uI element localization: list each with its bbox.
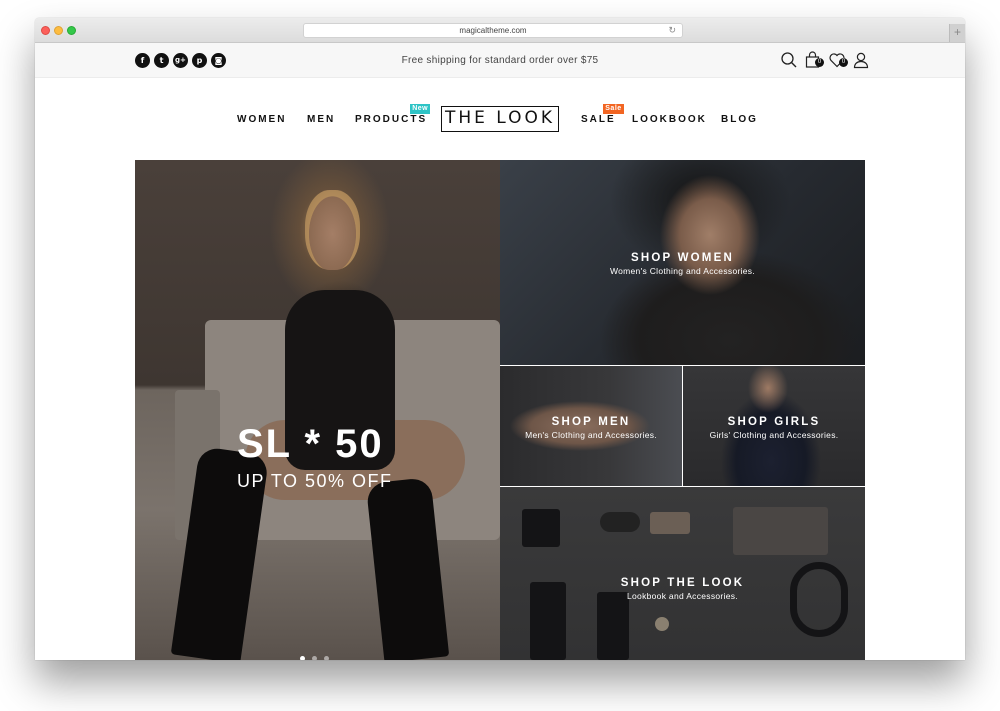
notebook-shape (733, 507, 828, 555)
phone-shape (597, 592, 629, 660)
sale-badge: Sale (603, 104, 624, 114)
instagram-icon[interactable]: ◙ (211, 53, 226, 68)
shop-women-panel[interactable]: SHOP WOMEN Women's Clothing and Accessor… (500, 160, 865, 365)
promo-subtitle: UP TO 50% OFF (237, 471, 393, 491)
cart-button[interactable]: 0 (804, 51, 824, 69)
shop-girls-label: SHOP GIRLS Girls' Clothing and Accessori… (683, 416, 865, 440)
wishlist-button[interactable]: 0 (828, 51, 848, 69)
model-head-shape (305, 190, 360, 270)
nav-item-products[interactable]: PRODUCTS New (355, 104, 431, 125)
slider-dots (300, 656, 329, 660)
social-links: f t g+ p ◙ (135, 53, 226, 68)
nav-item-blog[interactable]: BLOG (721, 114, 758, 125)
nav-item-lookbook[interactable]: LOOKBOOK (632, 114, 707, 125)
shop-men-title: SHOP MEN (551, 416, 631, 428)
shop-girls-title: SHOP GIRLS (727, 416, 821, 428)
site-logo[interactable]: THE LOOK (441, 106, 559, 132)
browser-window: magicaltheme.com ↻ + Free shipping for s… (35, 18, 965, 660)
new-tab-button[interactable]: + (949, 24, 965, 42)
nav-item-men[interactable]: MEN (307, 114, 335, 125)
slider-dot-3[interactable] (324, 656, 329, 660)
shop-women-label: SHOP WOMEN Women's Clothing and Accessor… (500, 252, 865, 276)
shop-the-look-label: SHOP THE LOOK Lookbook and Accessories. (500, 577, 865, 601)
account-button[interactable] (852, 51, 870, 69)
hero-slide[interactable]: SL * 50 UP TO 50% OFF (135, 160, 500, 660)
twitter-icon[interactable]: t (154, 53, 169, 68)
new-badge: New (410, 104, 431, 114)
shop-the-look-panel[interactable]: SHOP THE LOOK Lookbook and Accessories. (500, 487, 865, 660)
wallet-shape (522, 509, 560, 547)
shop-men-label: SHOP MEN Men's Clothing and Accessories. (500, 416, 682, 440)
address-bar-url: magicaltheme.com (459, 26, 527, 35)
shop-women-title: SHOP WOMEN (631, 252, 734, 264)
minimize-window-button[interactable] (54, 26, 63, 35)
top-bar: Free shipping for standard order over $7… (35, 43, 965, 78)
address-bar[interactable]: magicaltheme.com ↻ (303, 23, 683, 38)
nav-item-sale-label: SALE (581, 114, 616, 125)
hero-section: SL * 50 UP TO 50% OFF SHOP WOMEN Women's… (135, 160, 865, 660)
main-nav: WOMEN MEN PRODUCTS New THE LOOK SALE Sal… (35, 100, 965, 140)
reload-icon[interactable]: ↻ (668, 24, 676, 37)
google-plus-icon[interactable]: g+ (173, 53, 188, 68)
promo-title: SL * 50 (237, 422, 384, 466)
nav-item-products-label: PRODUCTS (355, 114, 428, 125)
search-button[interactable] (780, 51, 798, 69)
shop-the-look-desc: Lookbook and Accessories. (627, 591, 738, 601)
wishlist-count-badge: 0 (839, 58, 848, 67)
utility-icons: 0 0 (780, 51, 870, 69)
bowtie-shape (650, 512, 690, 534)
slider-dot-2[interactable] (312, 656, 317, 660)
search-icon (781, 52, 797, 68)
user-icon (853, 52, 869, 69)
close-window-button[interactable] (41, 26, 50, 35)
browser-titlebar: magicaltheme.com ↻ + (35, 18, 965, 43)
maximize-window-button[interactable] (67, 26, 76, 35)
slider-dot-1[interactable] (300, 656, 305, 660)
nav-item-sale[interactable]: SALE Sale (581, 104, 624, 125)
pinterest-icon[interactable]: p (192, 53, 207, 68)
shop-women-desc: Women's Clothing and Accessories. (609, 266, 756, 276)
shop-the-look-title: SHOP THE LOOK (620, 577, 745, 589)
shop-men-panel[interactable]: SHOP MEN Men's Clothing and Accessories. (500, 366, 682, 486)
sunglasses-shape (600, 512, 640, 532)
facebook-icon[interactable]: f (135, 53, 150, 68)
shop-girls-desc: Girls' Clothing and Accessories. (709, 430, 839, 440)
shop-men-desc: Men's Clothing and Accessories. (525, 430, 657, 440)
nav-item-women[interactable]: WOMEN (237, 114, 286, 125)
cart-count-badge: 0 (815, 58, 824, 67)
watch-shape (655, 617, 669, 631)
shop-girls-panel[interactable]: SHOP GIRLS Girls' Clothing and Accessori… (683, 366, 865, 486)
